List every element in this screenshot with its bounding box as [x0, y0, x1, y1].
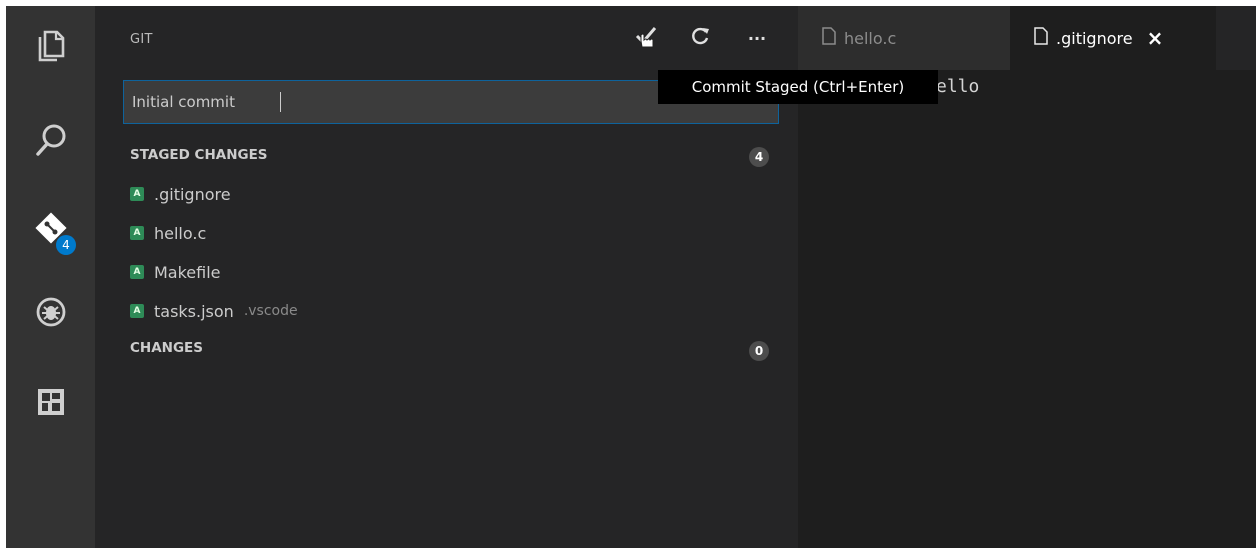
- close-icon[interactable]: ×: [1147, 26, 1164, 50]
- refresh-button[interactable]: [687, 24, 715, 52]
- explorer-button[interactable]: [6, 16, 95, 76]
- file-name: tasks.json: [154, 301, 234, 321]
- tab-gitignore[interactable]: .gitignore ×: [1010, 6, 1216, 70]
- added-status-icon: A: [130, 304, 144, 318]
- staged-file-tasks-json[interactable]: A tasks.json .vscode: [130, 298, 298, 324]
- staged-file-makefile[interactable]: A Makefile: [130, 259, 221, 285]
- file-icon: [1034, 27, 1048, 49]
- file-name: .gitignore: [154, 184, 231, 204]
- source-control-badge: 4: [56, 235, 76, 255]
- tab-bar: hello.c .gitignore ×: [798, 6, 1256, 70]
- file-name: hello.c: [154, 223, 207, 243]
- search-button[interactable]: [6, 110, 95, 170]
- changes-header[interactable]: CHANGES: [130, 340, 203, 356]
- more-actions-button[interactable]: ···: [743, 24, 771, 52]
- extensions-button[interactable]: [6, 372, 95, 432]
- sidebar-title: GIT: [130, 32, 153, 47]
- added-status-icon: A: [130, 265, 144, 279]
- staged-changes-header[interactable]: STAGED CHANGES: [130, 147, 268, 163]
- tab-hello-c[interactable]: hello.c: [798, 6, 1010, 70]
- debug-button[interactable]: [6, 282, 95, 342]
- text-caret: [280, 92, 281, 112]
- files-icon: [36, 29, 66, 63]
- editor-content[interactable]: ello: [936, 76, 979, 97]
- extensions-icon: [36, 387, 66, 417]
- file-icon: [822, 27, 836, 49]
- commit-button[interactable]: [632, 24, 660, 52]
- file-directory: .vscode: [243, 303, 298, 319]
- refresh-icon: [691, 26, 711, 50]
- tab-label: hello.c: [844, 28, 897, 48]
- commit-check-icon: [633, 23, 659, 53]
- commit-tooltip: Commit Staged (Ctrl+Enter): [658, 70, 938, 104]
- staged-file-hello-c[interactable]: A hello.c: [130, 220, 206, 246]
- activity-bar: 4: [6, 6, 95, 548]
- changes-count-badge: 0: [749, 341, 769, 361]
- debug-icon: [34, 295, 68, 329]
- vscode-window: 4 GIT ··· Initial commit STAGED CHANGES …: [6, 6, 1256, 548]
- added-status-icon: A: [130, 226, 144, 240]
- file-name: Makefile: [154, 262, 221, 282]
- staged-count-badge: 4: [749, 147, 769, 167]
- tab-label: .gitignore: [1056, 28, 1133, 48]
- added-status-icon: A: [130, 187, 144, 201]
- source-control-button[interactable]: 4: [6, 198, 95, 258]
- search-icon: [35, 123, 67, 157]
- staged-file-gitignore[interactable]: A .gitignore: [130, 181, 231, 207]
